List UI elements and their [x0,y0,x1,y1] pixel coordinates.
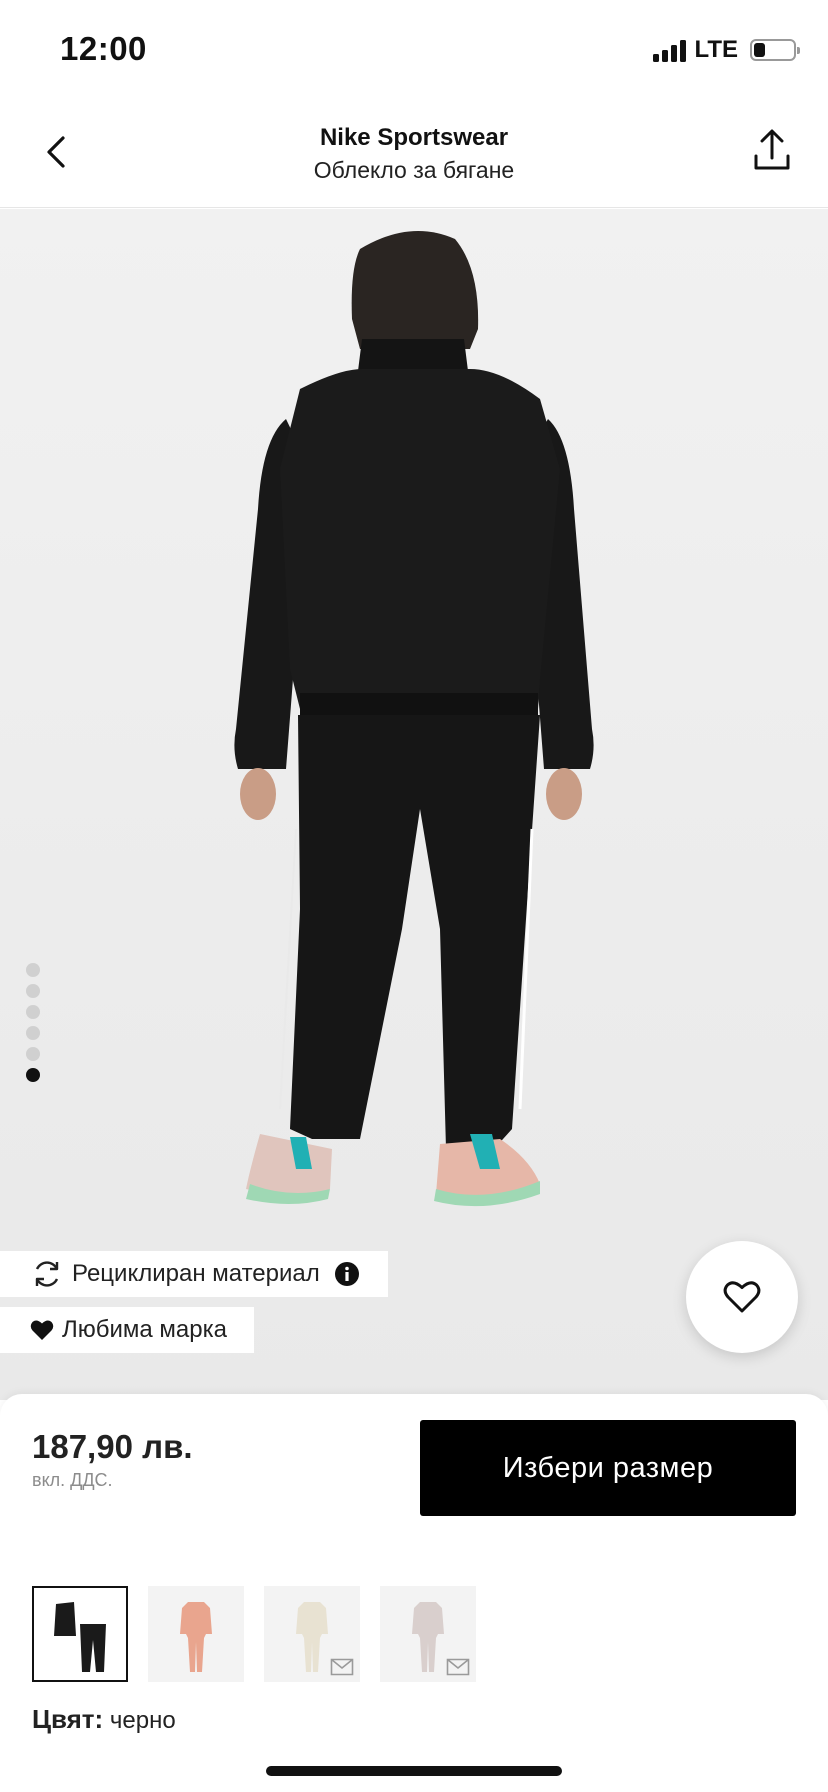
product-image[interactable]: Рециклиран материал Любима марка [0,209,828,1400]
product-price: 187,90 лв. [32,1428,193,1465]
favorite-brand-label: Любима марка [62,1316,227,1343]
nav-titles: Nike Sportswear Облекло за бягане [150,122,678,186]
color-label: Цвят: [32,1704,104,1734]
gallery-dot[interactable] [26,963,40,977]
battery-level [754,43,766,57]
outfit-thumbnail [180,1602,212,1672]
status-indicators: LTE [653,36,800,64]
back-button[interactable] [36,126,76,178]
recycled-material-badge[interactable]: Рециклиран материал [0,1251,388,1297]
color-info: Цвят: черно [32,1704,176,1735]
gallery-dot[interactable] [26,1026,40,1040]
color-swatch-grey-pink[interactable] [380,1586,476,1682]
brand-title: Nike Sportswear [319,124,509,151]
gallery-dot[interactable] [26,1068,40,1082]
recycled-material-label: Рециклиран материал [72,1260,320,1287]
product-photo [234,231,594,1207]
network-label: LTE [694,36,738,63]
color-swatch-cream[interactable] [264,1586,360,1682]
gallery-dot[interactable] [26,984,40,998]
status-time: 12:00 [60,30,147,67]
vat-note: вкл. ДДС. [32,1470,113,1490]
select-size-button[interactable]: Избери размер [420,1420,796,1516]
gallery-dot[interactable] [26,1047,40,1061]
share-button[interactable] [744,122,800,178]
mail-icon [330,1658,354,1676]
signal-icon [653,38,687,62]
share-icon [754,129,790,170]
nav-header: Nike Sportswear Облекло за бягане [0,100,828,208]
outfit-thumbnail [54,1602,106,1672]
chevron-left-icon [47,136,65,168]
purchase-panel: 187,90 лв. вкл. ДДС. Избери размер Цвят:… [0,1394,828,1792]
recycle-icon [30,1257,64,1291]
battery-icon [750,39,800,61]
info-icon[interactable] [334,1261,360,1287]
gallery-dot[interactable] [26,1005,40,1019]
color-variant-list [32,1586,476,1682]
color-swatch-black[interactable] [32,1586,128,1682]
gallery-pagination[interactable] [26,963,40,1082]
status-bar: 12:00 LTE [0,0,828,100]
mail-icon [446,1658,470,1676]
color-value: черно [109,1707,176,1734]
heart-outline-icon [723,1281,761,1313]
category-subtitle: Облекло за бягане [313,157,515,183]
wishlist-button[interactable] [686,1241,798,1353]
favorite-brand-badge: Любима марка [0,1307,254,1353]
color-swatch-peach[interactable] [148,1586,244,1682]
heart-filled-icon [30,1319,54,1341]
home-indicator[interactable] [266,1766,562,1776]
